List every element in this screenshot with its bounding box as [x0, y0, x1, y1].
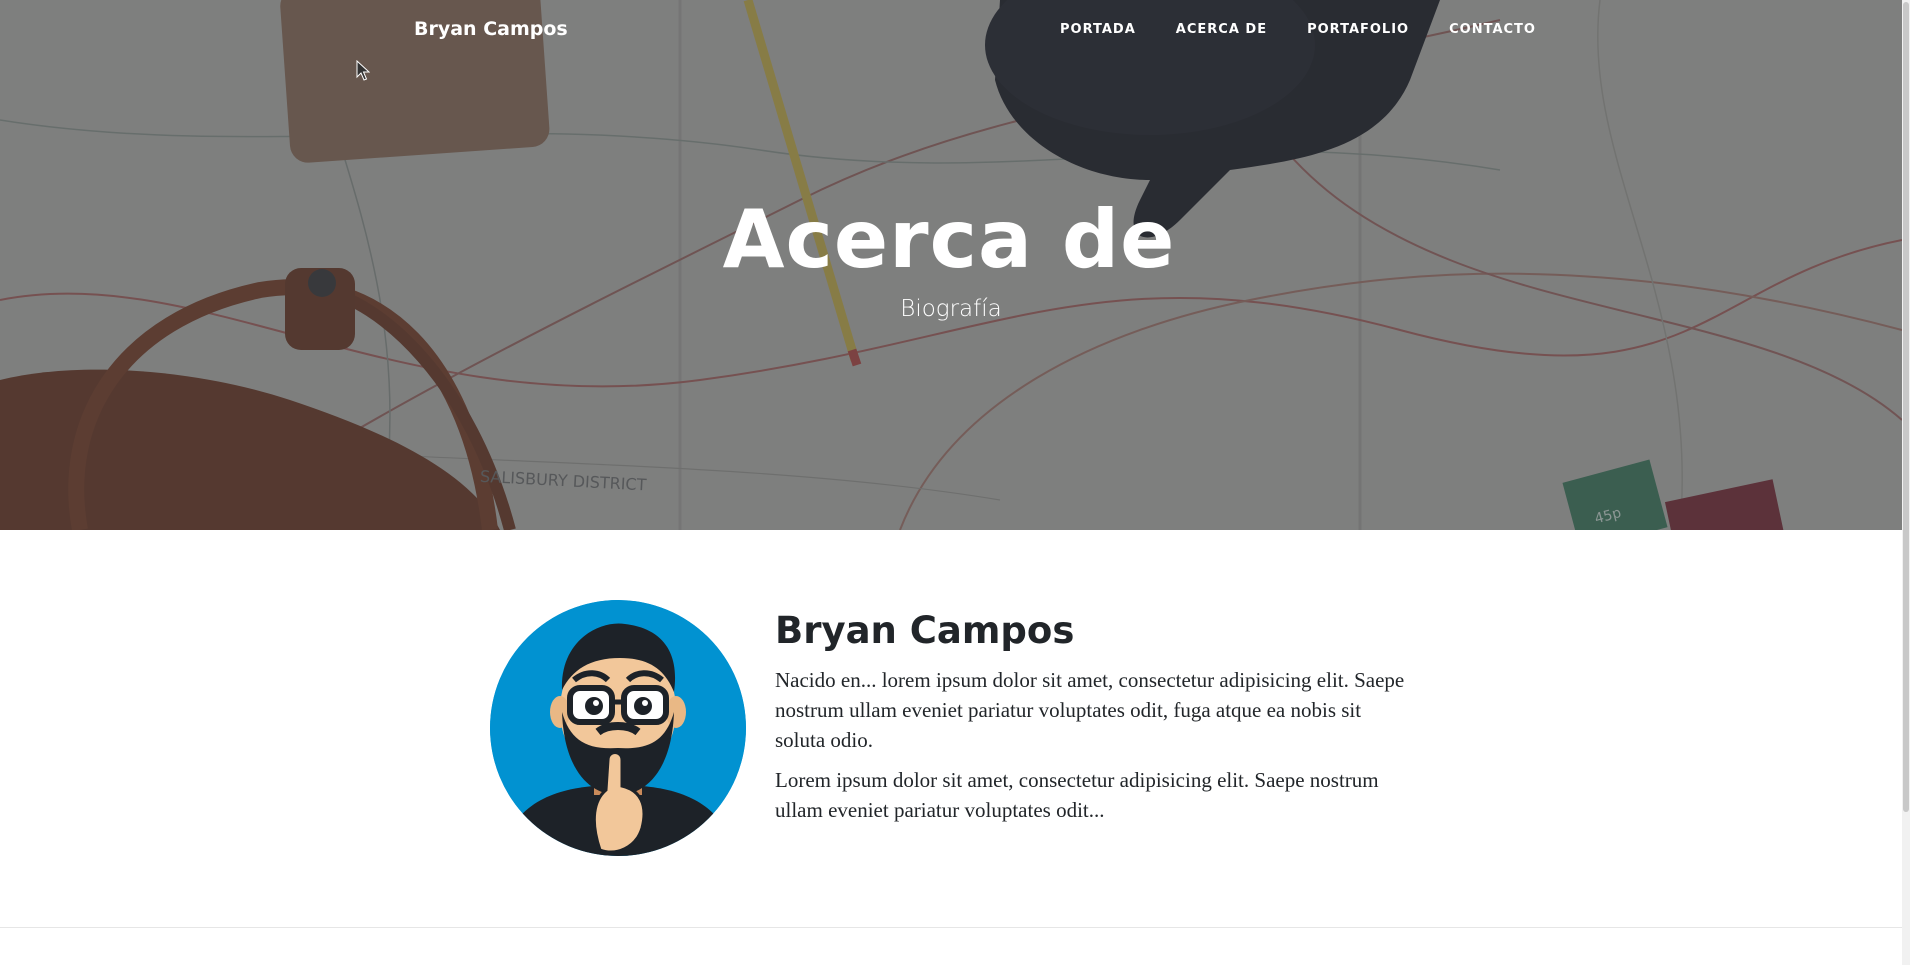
- section-divider: [0, 927, 1902, 928]
- avatar: [490, 600, 746, 856]
- nav-link-contacto[interactable]: CONTACTO: [1429, 22, 1556, 37]
- nav-link-portafolio[interactable]: PORTAFOLIO: [1287, 22, 1429, 37]
- bearded-man-avatar-icon: [490, 600, 746, 856]
- about-text-block: Bryan Campos Nacido en... lorem ipsum do…: [775, 609, 1415, 825]
- nav-link-portada[interactable]: PORTADA: [1060, 22, 1156, 37]
- scrollbar-thumb[interactable]: [1903, 2, 1909, 812]
- mouse-pointer-icon: [356, 60, 370, 81]
- hero-section: SALISBURY DISTRICT 45p Bryan Campos PORT…: [0, 0, 1902, 530]
- nav-links: PORTADA ACERCA DE PORTAFOLIO CONTACTO: [1060, 22, 1556, 37]
- page-title: Acerca de: [722, 193, 1176, 286]
- bio-paragraph-1: Nacido en... lorem ipsum dolor sit amet,…: [775, 667, 1405, 752]
- author-name: Bryan Campos: [775, 609, 1075, 652]
- about-section: Bryan Campos Nacido en... lorem ipsum do…: [0, 530, 1902, 928]
- nav-link-acerca-de[interactable]: ACERCA DE: [1156, 22, 1287, 37]
- page-scrollbar[interactable]: [1902, 0, 1910, 965]
- page-subtitle: Biografía: [900, 296, 1002, 322]
- hero-heading-block: Acerca de Biografía: [0, 193, 1902, 323]
- brand-link[interactable]: Bryan Campos: [414, 18, 568, 40]
- main-navbar: Bryan Campos PORTADA ACERCA DE PORTAFOLI…: [0, 0, 1902, 62]
- bio-paragraph-2: Lorem ipsum dolor sit amet, consectetur …: [775, 767, 1379, 822]
